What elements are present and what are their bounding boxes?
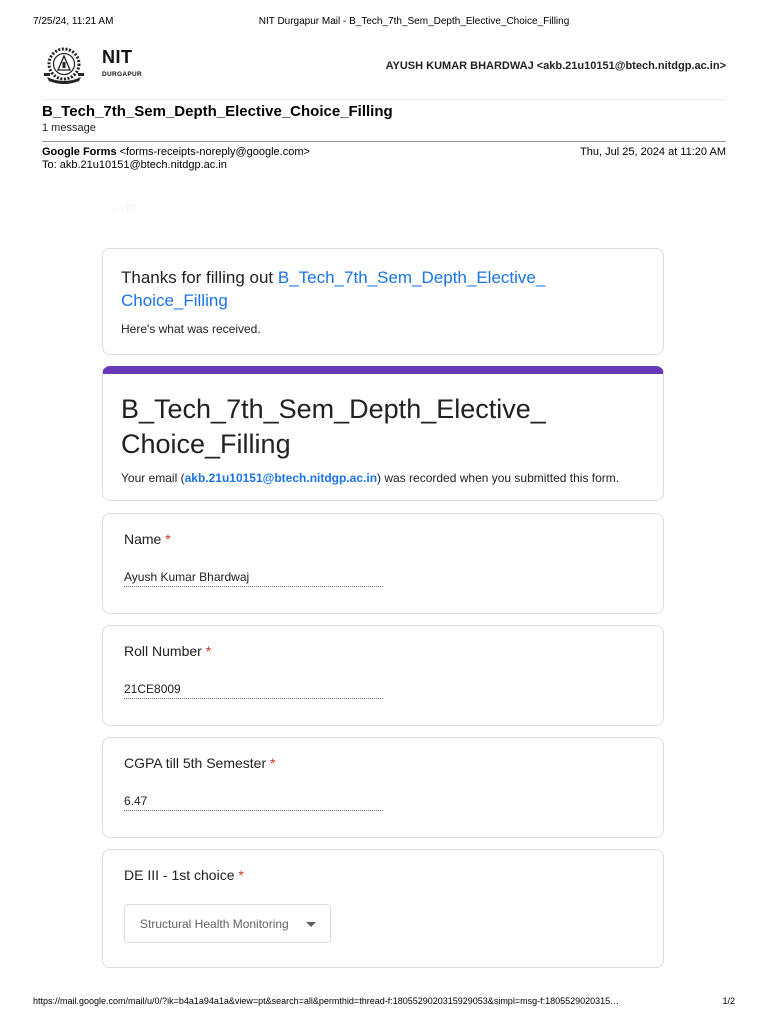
question-card-roll-number: Roll Number * 21CE8009 — [102, 625, 664, 726]
nit-emblem-icon — [44, 47, 84, 84]
print-title: NIT Durgapur Mail - B_Tech_7th_Sem_Depth… — [258, 16, 570, 27]
question-card-de3-choice: DE III - 1st choice * Structural Health … — [102, 849, 664, 968]
email-recorded-note: Your email (akb.21u10151@btech.nitdgp.ac… — [121, 471, 645, 485]
nit-logo[interactable]: NIT DURGAPUR — [42, 41, 160, 87]
answer-cgpa: 6.47 — [124, 794, 383, 811]
required-mark: * — [270, 755, 276, 771]
account-label: AYUSH KUMAR BHARDWAJ <akb.21u10151@btech… — [385, 60, 726, 72]
sender-email: <forms-receipts-noreply@google.com> — [119, 146, 310, 158]
form-link-continued[interactable]: Choice_Filling — [121, 291, 228, 310]
form-title: B_Tech_7th_Sem_Depth_Elective_ Choice_Fi… — [121, 392, 645, 462]
faint-image-placeholder: ··□ — [112, 203, 138, 215]
logo-name: NIT — [102, 47, 133, 67]
logo-subtitle: DURGAPUR — [102, 71, 142, 78]
dropdown-value: Structural Health Monitoring — [140, 917, 289, 931]
thanks-message: Thanks for filling out B_Tech_7th_Sem_De… — [121, 266, 645, 312]
question-card-cgpa: CGPA till 5th Semester * 6.47 — [102, 737, 664, 838]
print-header: 7/25/24, 11:21 AM NIT Durgapur Mail - B_… — [33, 16, 735, 30]
question-text: Roll Number — [124, 643, 202, 659]
question-text: CGPA till 5th Semester — [124, 755, 267, 771]
question-label: Roll Number * — [124, 643, 641, 659]
email-subject: B_Tech_7th_Sem_Depth_Elective_Choice_Fil… — [42, 103, 393, 120]
subject-block: B_Tech_7th_Sem_Depth_Elective_Choice_Fil… — [42, 103, 726, 142]
page-number: 1/2 — [722, 996, 735, 1006]
form-link[interactable]: B_Tech_7th_Sem_Depth_Elective_ — [278, 268, 545, 287]
email-note-suffix: ) was recorded when you submitted this f… — [377, 471, 620, 485]
question-label: DE III - 1st choice * — [124, 867, 641, 883]
answer-roll-number: 21CE8009 — [124, 682, 383, 699]
de3-choice-dropdown[interactable]: Structural Health Monitoring — [124, 904, 331, 943]
form-title-card: B_Tech_7th_Sem_Depth_Elective_ Choice_Fi… — [102, 366, 664, 501]
form-title-line1: B_Tech_7th_Sem_Depth_Elective_ — [121, 394, 546, 424]
thanks-card: Thanks for filling out B_Tech_7th_Sem_De… — [102, 248, 664, 355]
email-note-prefix: Your email ( — [121, 471, 185, 485]
message-count: 1 message — [42, 122, 96, 134]
mail-header: NIT DURGAPUR AYUSH KUMAR BHARDWAJ <akb.2… — [42, 41, 726, 100]
required-mark: * — [205, 643, 212, 659]
print-footer: https://mail.google.com/mail/u/0/?ik=b4a… — [33, 996, 735, 1010]
caret-down-icon — [306, 922, 316, 927]
sent-date: Thu, Jul 25, 2024 at 11:20 AM — [580, 146, 726, 158]
recorded-email-link[interactable]: akb.21u10151@btech.nitdgp.ac.in — [185, 471, 377, 485]
required-mark: * — [165, 531, 171, 547]
required-mark: * — [238, 867, 244, 883]
question-text: Name — [124, 531, 162, 547]
question-text: DE III - 1st choice — [124, 867, 235, 883]
recipient: To: akb.21u10151@btech.nitdgp.ac.in — [42, 159, 227, 171]
received-note: Here's what was received. — [121, 322, 261, 336]
question-label: Name * — [124, 531, 641, 547]
form-title-line2: Choice_Filling — [121, 429, 291, 459]
question-label: CGPA till 5th Semester * — [124, 755, 641, 771]
sender-block: Google Forms <forms-receipts-noreply@goo… — [42, 146, 726, 172]
question-card-name: Name * Ayush Kumar Bhardwaj — [102, 513, 664, 614]
sender-name: Google Forms — [42, 146, 117, 158]
print-url: https://mail.google.com/mail/u/0/?ik=b4a… — [33, 996, 620, 1006]
thanks-prefix: Thanks for filling out — [121, 268, 278, 287]
answer-name: Ayush Kumar Bhardwaj — [124, 570, 383, 587]
